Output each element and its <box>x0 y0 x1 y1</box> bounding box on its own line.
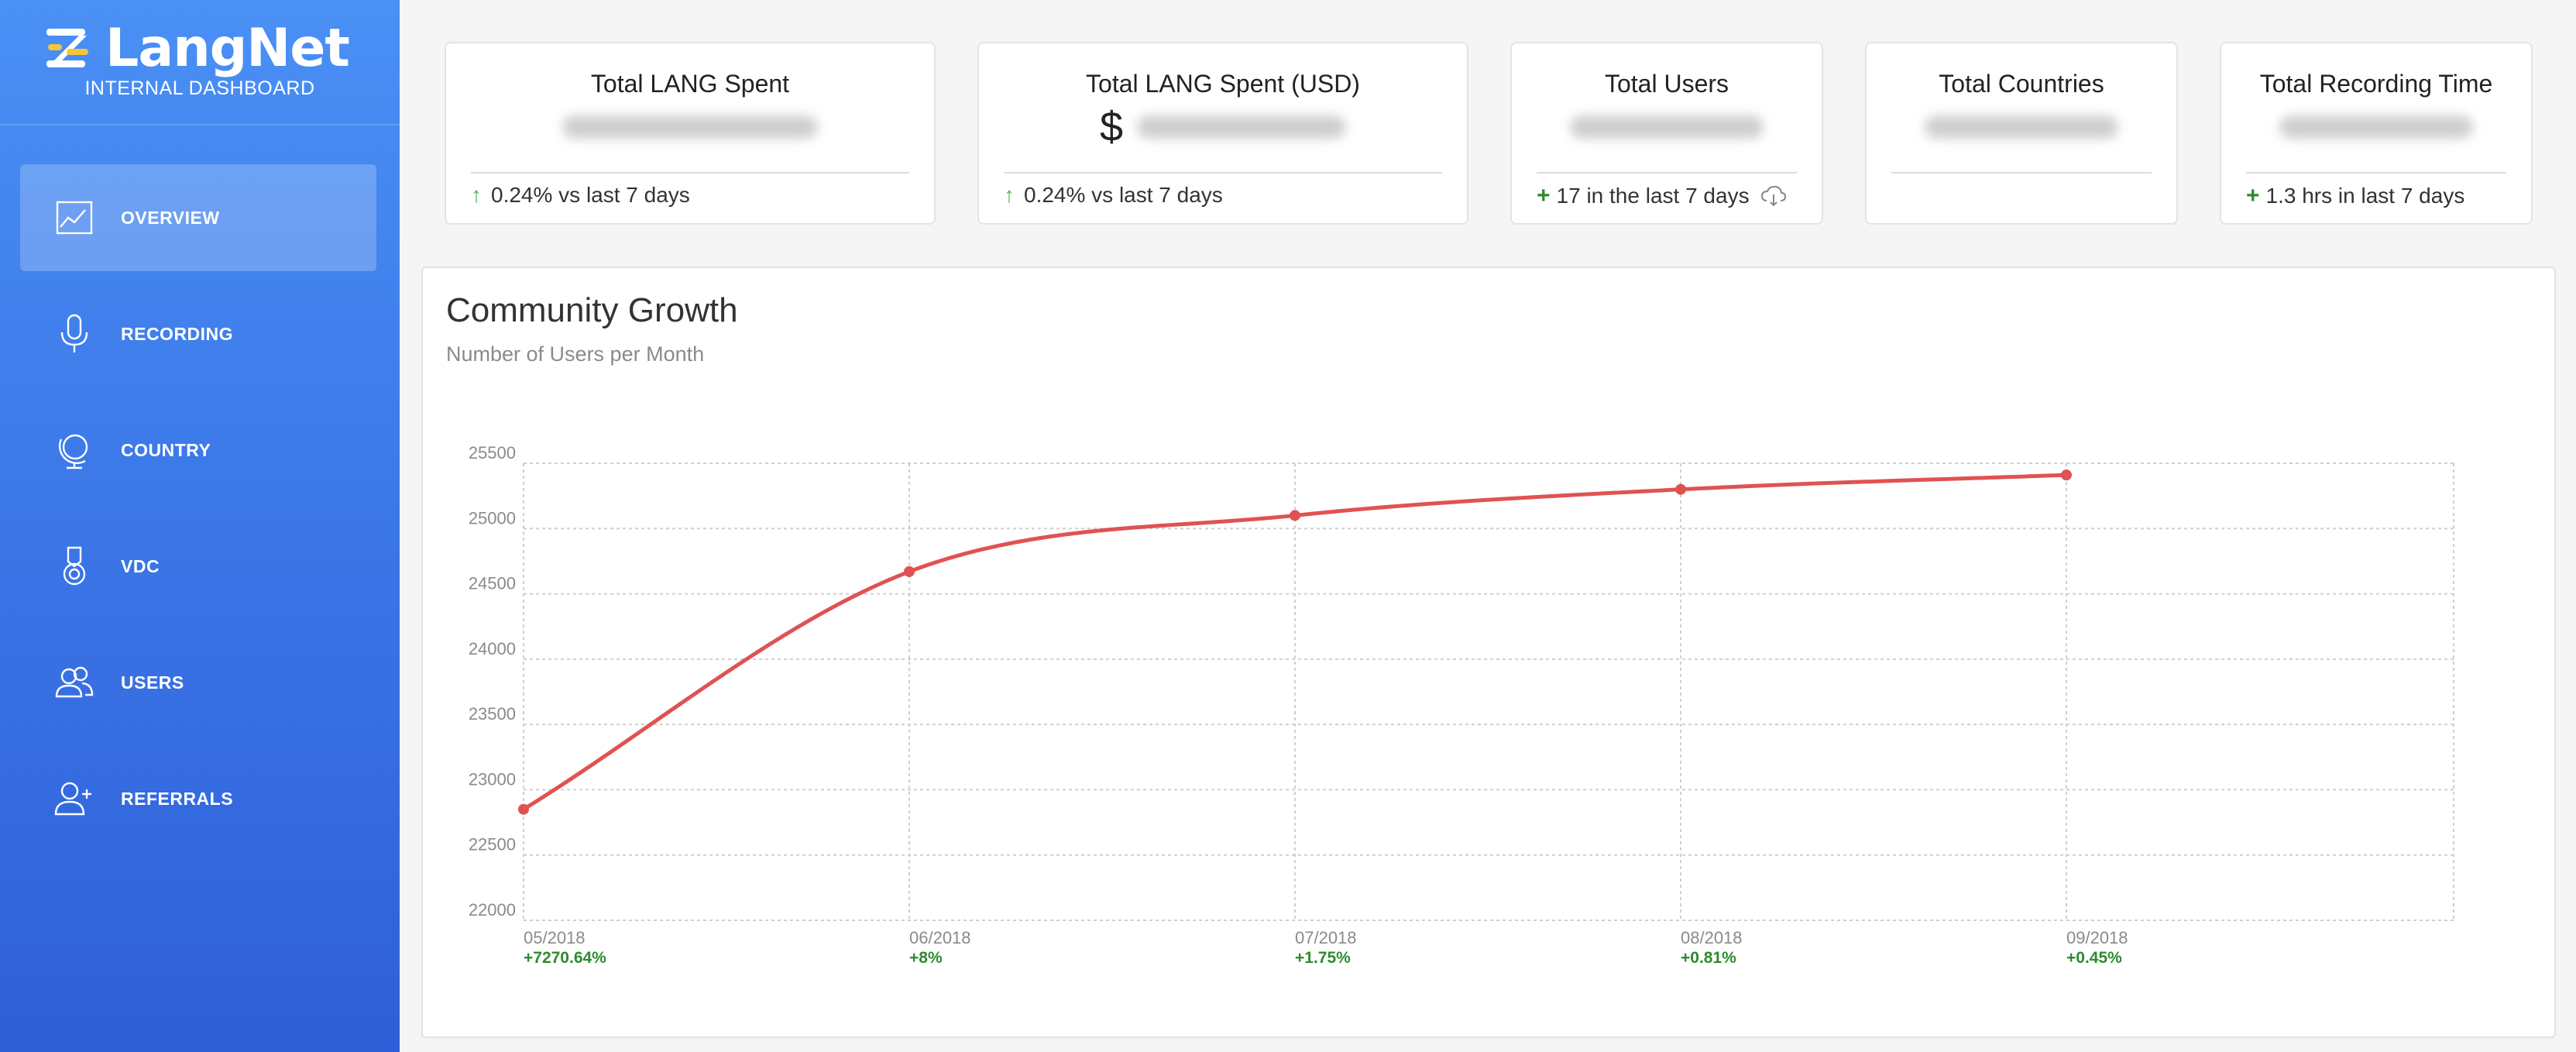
currency-symbol: $ <box>1099 104 1124 150</box>
card-divider <box>1004 172 1442 174</box>
card-footer-text: 0.24% vs last 7 days <box>491 183 690 207</box>
x-tick-label: 06/2018 <box>909 928 971 947</box>
card-value-hidden <box>2221 105 2531 149</box>
community-growth-panel: 22000 22500 23000 23500 24000 24500 25000 25500… <box>421 266 2556 1038</box>
card-title: Total Recording Time <box>2259 70 2493 98</box>
data-point <box>2061 469 2072 481</box>
card-total-lang-spent: Total LANG Spent ↑ 0.24% vs last 7 days <box>445 42 936 225</box>
data-point <box>904 566 915 577</box>
card-title: Total LANG Spent <box>590 70 790 98</box>
card-title: Total Users <box>1604 70 1729 98</box>
card-value-hidden: $ <box>979 104 1467 150</box>
card-footer: ↑ 0.24% vs last 7 days <box>471 183 919 208</box>
card-title: Total Countries <box>1939 70 2104 98</box>
x-tick-label: 08/2018 <box>1681 928 1743 947</box>
card-total-lang-spent-usd: Total LANG Spent (USD) $ ↑ 0.24% vs last… <box>977 42 1468 225</box>
change-label: +7270.64% <box>524 949 606 967</box>
data-point <box>1290 510 1300 521</box>
nav-item-users[interactable]: USERS <box>20 629 376 736</box>
x-tick-label: 05/2018 <box>524 928 586 947</box>
community-growth-chart: 22000 22500 23000 23500 24000 24500 25000 25500… <box>469 443 2454 967</box>
x-tick-label: 09/2018 <box>2066 928 2128 947</box>
plus-sign: + <box>1537 183 1551 208</box>
user-plus-icon <box>54 779 94 819</box>
nav-label-country: COUNTRY <box>121 439 211 460</box>
y-tick-label: 23500 <box>469 704 516 724</box>
sidebar: LangNet INTERNAL DASHBOARD OVERVIEW RECO… <box>0 0 400 1052</box>
nav-label-referrals: REFERRALS <box>121 788 234 809</box>
x-tick-label: 07/2018 <box>1295 928 1357 947</box>
y-tick-label: 25500 <box>469 443 516 462</box>
card-title: Total LANG Spent (USD) <box>1086 70 1360 98</box>
card-value-hidden <box>1512 105 1822 149</box>
card-footer-text: 17 in the last 7 days <box>1556 184 1750 208</box>
y-tick-label: 23000 <box>469 769 516 789</box>
nav-label-vdc: VDC <box>121 555 160 576</box>
cloud-download-icon[interactable] <box>1760 185 1787 207</box>
nav-label-overview: OVERVIEW <box>121 207 220 228</box>
microphone-icon <box>54 314 94 354</box>
nav-item-overview[interactable]: OVERVIEW <box>20 164 376 271</box>
nav-item-recording[interactable]: RECORDING <box>20 280 376 387</box>
arrow-up-icon: ↑ <box>1004 183 1015 207</box>
card-footer: + 17 in the last 7 days <box>1537 183 1806 209</box>
y-tick-label: 24000 <box>469 639 516 658</box>
y-tick-label: 25000 <box>469 508 516 528</box>
y-tick-label: 22000 <box>469 900 516 920</box>
users-icon <box>54 662 94 703</box>
card-divider <box>471 172 909 174</box>
arrow-up-icon: ↑ <box>471 183 482 207</box>
langnet-logo-icon <box>46 29 88 67</box>
y-tick-label: 22500 <box>469 835 516 854</box>
card-total-countries: Total Countries <box>1865 42 2178 225</box>
card-footer-text: 1.3 hrs in last 7 days <box>2265 184 2465 208</box>
brand-name: LangNet <box>105 17 350 79</box>
nav-item-country[interactable]: COUNTRY <box>20 397 376 504</box>
card-total-recording-time: Total Recording Time + 1.3 hrs in last 7… <box>2220 42 2533 225</box>
y-tick-label: 24500 <box>469 574 516 593</box>
change-label: +0.45% <box>2066 949 2122 967</box>
change-label: +1.75% <box>1295 949 1351 967</box>
nav-label-users: USERS <box>121 672 184 693</box>
nav-item-referrals[interactable]: REFERRALS <box>20 745 376 852</box>
card-footer: + 1.3 hrs in last 7 days <box>2246 183 2516 209</box>
brand-logo[interactable]: LangNet <box>45 17 350 79</box>
chart-line-icon <box>54 198 94 238</box>
card-total-users: Total Users + 17 in the last 7 days <box>1510 42 1823 225</box>
card-value-hidden <box>446 105 934 149</box>
nav-item-vdc[interactable]: VDC <box>20 513 376 620</box>
change-label: +8% <box>909 949 943 967</box>
data-point <box>1675 483 1686 495</box>
change-label: +0.81% <box>1681 949 1736 967</box>
card-value-hidden <box>1867 105 2176 149</box>
card-divider <box>1891 172 2152 174</box>
card-divider <box>2246 172 2506 174</box>
nav-label-recording: RECORDING <box>121 323 234 344</box>
data-point <box>518 803 529 815</box>
chart-title: Community Growth <box>446 291 738 329</box>
card-footer: ↑ 0.24% vs last 7 days <box>1004 183 1451 208</box>
medal-icon <box>54 546 94 586</box>
brand: LangNet INTERNAL DASHBOARD <box>0 0 400 125</box>
globe-icon <box>54 430 94 470</box>
chart-subtitle: Number of Users per Month <box>446 342 705 366</box>
plus-sign: + <box>2246 183 2260 208</box>
card-footer-text: 0.24% vs last 7 days <box>1024 183 1223 207</box>
card-divider <box>1537 172 1797 174</box>
brand-subtitle: INTERNAL DASHBOARD <box>84 77 315 99</box>
series-line <box>522 473 2067 811</box>
